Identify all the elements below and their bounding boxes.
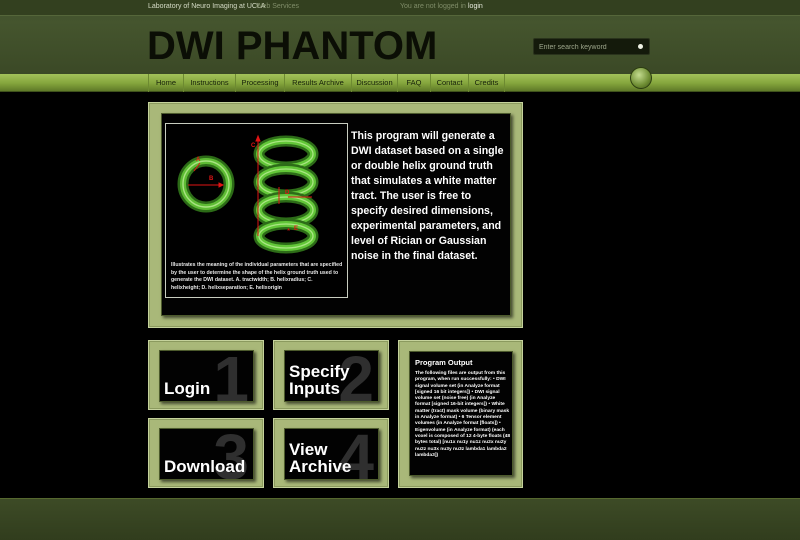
login-panel: 1 Login	[148, 340, 264, 410]
header: Laboratory of Neuro Imaging at UCLA Web …	[0, 0, 800, 74]
helix-figure: A B C D E * Illustrates the meaning of t…	[165, 123, 348, 298]
site-title: DWI PHANTOM	[147, 24, 438, 68]
nav-home[interactable]: Home	[148, 74, 183, 92]
figure-label-e: E	[294, 226, 298, 232]
program-output-title: Program Output	[415, 358, 473, 367]
intro-panel: A B C D E * Illustrates the meaning of t…	[148, 102, 523, 328]
download-label: Download	[164, 457, 246, 476]
figure-label-a: A	[196, 157, 201, 163]
figure-label-d: D	[285, 190, 290, 196]
main-nav: Home Instructions Processing Results Arc…	[0, 74, 800, 92]
program-output-text: The following files are output from this…	[415, 371, 511, 458]
nav-contact[interactable]: Contact	[430, 74, 468, 92]
nav-instructions[interactable]: Instructions	[183, 74, 235, 92]
lab-link[interactable]: Laboratory of Neuro Imaging at UCLA	[148, 3, 266, 10]
nav-processing[interactable]: Processing	[235, 74, 284, 92]
program-output-card: Program Output The following files are o…	[409, 351, 513, 476]
top-bar: Laboratory of Neuro Imaging at UCLA Web …	[0, 0, 800, 16]
figure-caption: Illustrates the meaning of the individua…	[171, 262, 343, 291]
nav-results-archive[interactable]: Results Archive	[284, 74, 351, 92]
login-button[interactable]: 1 Login	[159, 350, 254, 402]
svg-text:*: *	[287, 227, 290, 236]
view-archive-button[interactable]: 4 View Archive	[284, 428, 379, 480]
login-status: You are not logged in	[400, 3, 466, 10]
download-panel: 3 Download	[148, 418, 264, 488]
specify-inputs-panel: 2 Specify Inputs	[273, 340, 389, 410]
loni-logo-icon[interactable]	[630, 67, 652, 89]
specify-inputs-label: Specify Inputs	[289, 362, 350, 398]
search-input[interactable]	[539, 41, 635, 53]
view-archive-panel: 4 View Archive	[273, 418, 389, 488]
top-login-link[interactable]: login	[468, 3, 483, 10]
login-label: Login	[164, 379, 211, 398]
search-box	[533, 38, 650, 55]
footer	[0, 499, 800, 540]
download-button[interactable]: 3 Download	[159, 428, 254, 480]
figure-label-b: B	[209, 176, 214, 182]
web-services-link[interactable]: Web Services	[256, 3, 299, 10]
page: Laboratory of Neuro Imaging at UCLA Web …	[0, 0, 800, 540]
view-archive-label: View Archive	[289, 440, 352, 476]
nav-faq[interactable]: FAQ	[397, 74, 430, 92]
search-button-icon[interactable]	[638, 44, 643, 49]
intro-card: A B C D E * Illustrates the meaning of t…	[161, 113, 511, 316]
program-output-panel: Program Output The following files are o…	[398, 340, 523, 488]
nav-credits[interactable]: Credits	[468, 74, 505, 92]
intro-description: This program will generate a DWI dataset…	[351, 130, 504, 262]
step-number: 1	[213, 350, 249, 402]
figure-label-c: C	[251, 143, 256, 149]
nav-discussion[interactable]: Discussion	[351, 74, 397, 92]
specify-inputs-button[interactable]: 2 Specify Inputs	[284, 350, 379, 402]
